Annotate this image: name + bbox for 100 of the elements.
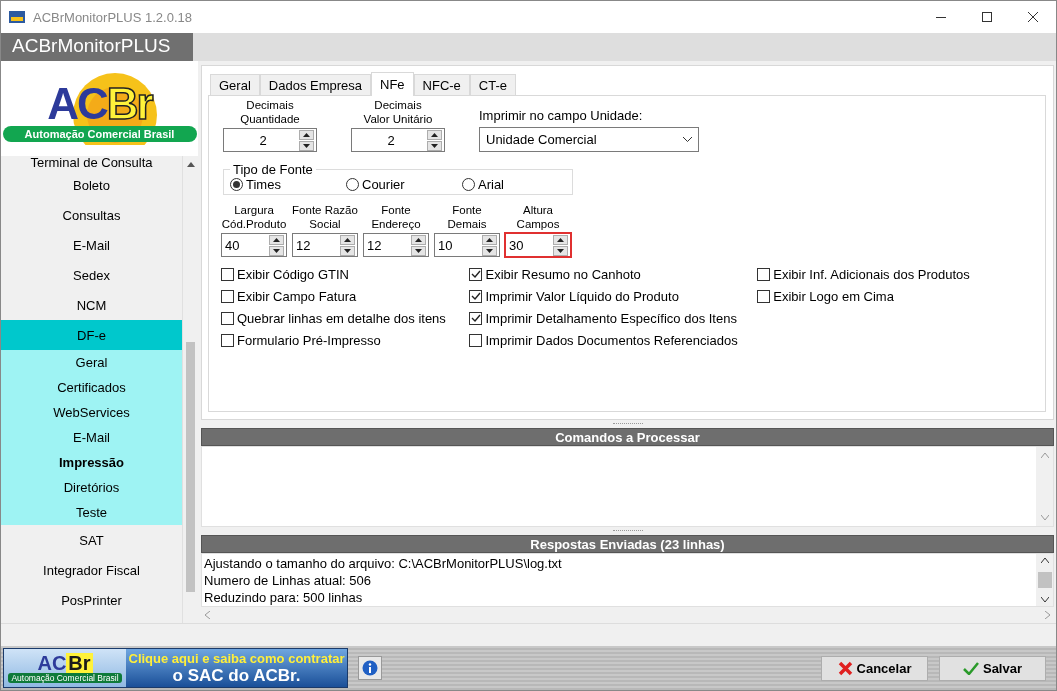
tab[interactable]: NFC-e: [413, 74, 470, 95]
log-line: Reduzindo para: 500 linhas: [204, 589, 364, 607]
checkbox-option[interactable]: Exibir Inf. Adicionais dos Produtos: [757, 266, 1045, 282]
checkbox[interactable]: [469, 311, 483, 325]
checkmark-icon: [962, 661, 979, 675]
scrollbar[interactable]: [182, 156, 198, 623]
sidebar-item[interactable]: Integrador Fiscal: [1, 555, 182, 585]
spin-down-button[interactable]: [482, 245, 497, 256]
spin-up-button[interactable]: [340, 234, 355, 245]
sidebar-item[interactable]: Boleto: [1, 170, 182, 200]
spin-down-button[interactable]: [299, 140, 314, 151]
checkbox-option[interactable]: Exibir Campo Fatura: [221, 288, 470, 304]
sidebar-item[interactable]: NCM: [1, 290, 182, 320]
tab[interactable]: Geral: [210, 74, 260, 95]
close-icon: [1028, 12, 1038, 22]
number-field[interactable]: 10: [434, 233, 500, 257]
spin-down-button[interactable]: [411, 245, 426, 256]
checkbox[interactable]: [221, 267, 234, 281]
checkbox[interactable]: [757, 289, 771, 303]
spin-down-button[interactable]: [340, 245, 355, 256]
number-field[interactable]: 40: [221, 233, 287, 257]
number-field[interactable]: 12: [292, 233, 358, 257]
scroll-left-icon: [205, 611, 210, 620]
checkbox-option[interactable]: Imprimir Detalhamento Específico dos Itens: [469, 310, 758, 326]
sidebar-subitem[interactable]: Geral: [1, 350, 182, 375]
field-label: Decimais: [374, 98, 422, 112]
sac-banner[interactable]: ACBr Automação Comercial Brasil Clique aqui e saiba como contratar o SAC do ACBr.: [3, 648, 348, 688]
sidebar-item[interactable]: Consultas: [1, 200, 182, 230]
logo-text: Br: [106, 81, 152, 126]
scroll-up-icon: [1040, 453, 1049, 459]
sidebar-subitem[interactable]: WebServices: [1, 400, 182, 425]
spin-up-button[interactable]: [482, 234, 497, 245]
radio-option[interactable]: Times: [230, 177, 346, 192]
checkbox[interactable]: [757, 267, 771, 281]
spin-up-button[interactable]: [299, 129, 314, 140]
sidebar-subitem[interactable]: Impressão: [1, 450, 182, 475]
down-arrow-icon: [486, 248, 493, 253]
cancel-button[interactable]: Cancelar: [821, 655, 928, 681]
field-label: Social: [309, 217, 341, 231]
radio-option[interactable]: Courier: [346, 177, 462, 192]
checkbox[interactable]: [221, 289, 234, 303]
spin-up-button[interactable]: [411, 234, 426, 245]
radio-button[interactable]: [230, 178, 243, 191]
spin-up-button[interactable]: [427, 129, 442, 140]
info-icon: [362, 660, 378, 676]
checkbox[interactable]: [469, 289, 483, 303]
sidebar-item[interactable]: Sedex: [1, 260, 182, 290]
checkbox-option[interactable]: Imprimir Valor Líquido do Produto: [469, 288, 758, 304]
save-button[interactable]: Salvar: [939, 655, 1046, 681]
info-button[interactable]: [358, 656, 382, 680]
spin-down-button[interactable]: [269, 245, 284, 256]
up-arrow-icon: [486, 237, 493, 242]
spin-down-button[interactable]: [553, 245, 568, 256]
checkbox-option[interactable]: Exibir Código GTIN: [221, 266, 470, 282]
logo-text: Br: [66, 653, 93, 673]
tab[interactable]: CT-e: [469, 74, 517, 95]
radio-button[interactable]: [346, 178, 359, 191]
up-arrow-icon: [415, 237, 422, 242]
checkbox-option[interactable]: Quebrar linhas em detalhe dos itens: [221, 310, 470, 326]
maximize-icon: [982, 12, 992, 22]
unit-dropdown[interactable]: Unidade Comercial: [479, 127, 699, 152]
checkbox[interactable]: [221, 333, 234, 347]
sidebar-subitem[interactable]: Teste: [1, 500, 182, 525]
checkbox[interactable]: [469, 333, 483, 347]
down-arrow-icon: [557, 248, 564, 253]
checkbox[interactable]: [469, 267, 483, 281]
checkbox-option[interactable]: Imprimir Dados Documentos Referenciados: [469, 332, 758, 348]
x-icon: [837, 660, 853, 676]
sidebar-item[interactable]: PosPrinter: [1, 585, 182, 615]
field-label: Imprimir no campo Unidade:: [479, 109, 644, 123]
sidebar-subitem[interactable]: Diretórios: [1, 475, 182, 500]
field-label: Fonte Razão: [292, 203, 358, 217]
checkbox-option[interactable]: Exibir Logo em Cima: [757, 288, 1045, 304]
tab[interactable]: NFe: [371, 72, 414, 96]
app-icon: [9, 11, 25, 23]
sidebar-subitem[interactable]: E-Mail: [1, 425, 182, 450]
field-label: Cód.Produto: [221, 217, 287, 231]
sidebar-item[interactable]: DF-e: [1, 320, 182, 350]
scroll-up-icon: [1040, 558, 1049, 564]
number-field[interactable]: 2: [351, 128, 445, 152]
spin-up-button[interactable]: [553, 234, 568, 245]
sidebar-item[interactable]: Terminal de Consulta: [1, 156, 182, 170]
sidebar-item[interactable]: E-Mail: [1, 230, 182, 260]
checkbox-option[interactable]: Formulario Pré-Impresso: [221, 332, 470, 348]
field-label: Quantidade: [240, 112, 300, 126]
scrollbar[interactable]: [1036, 554, 1053, 607]
radio-button[interactable]: [462, 178, 475, 191]
sidebar-subitem[interactable]: Certificados: [1, 375, 182, 400]
number-field[interactable]: 2: [223, 128, 317, 152]
checkbox[interactable]: [221, 311, 234, 325]
tab[interactable]: Dados Empresa: [259, 74, 371, 95]
sidebar-item[interactable]: SAT: [1, 525, 182, 555]
spin-up-button[interactable]: [269, 234, 284, 245]
spin-down-button[interactable]: [427, 140, 442, 151]
number-field[interactable]: 12: [363, 233, 429, 257]
checkbox-option[interactable]: Exibir Resumo no Canhoto: [469, 266, 758, 282]
number-field[interactable]: 30: [505, 233, 571, 257]
down-arrow-icon: [415, 248, 422, 253]
up-arrow-icon: [303, 132, 310, 137]
radio-option[interactable]: Arial: [462, 177, 542, 192]
